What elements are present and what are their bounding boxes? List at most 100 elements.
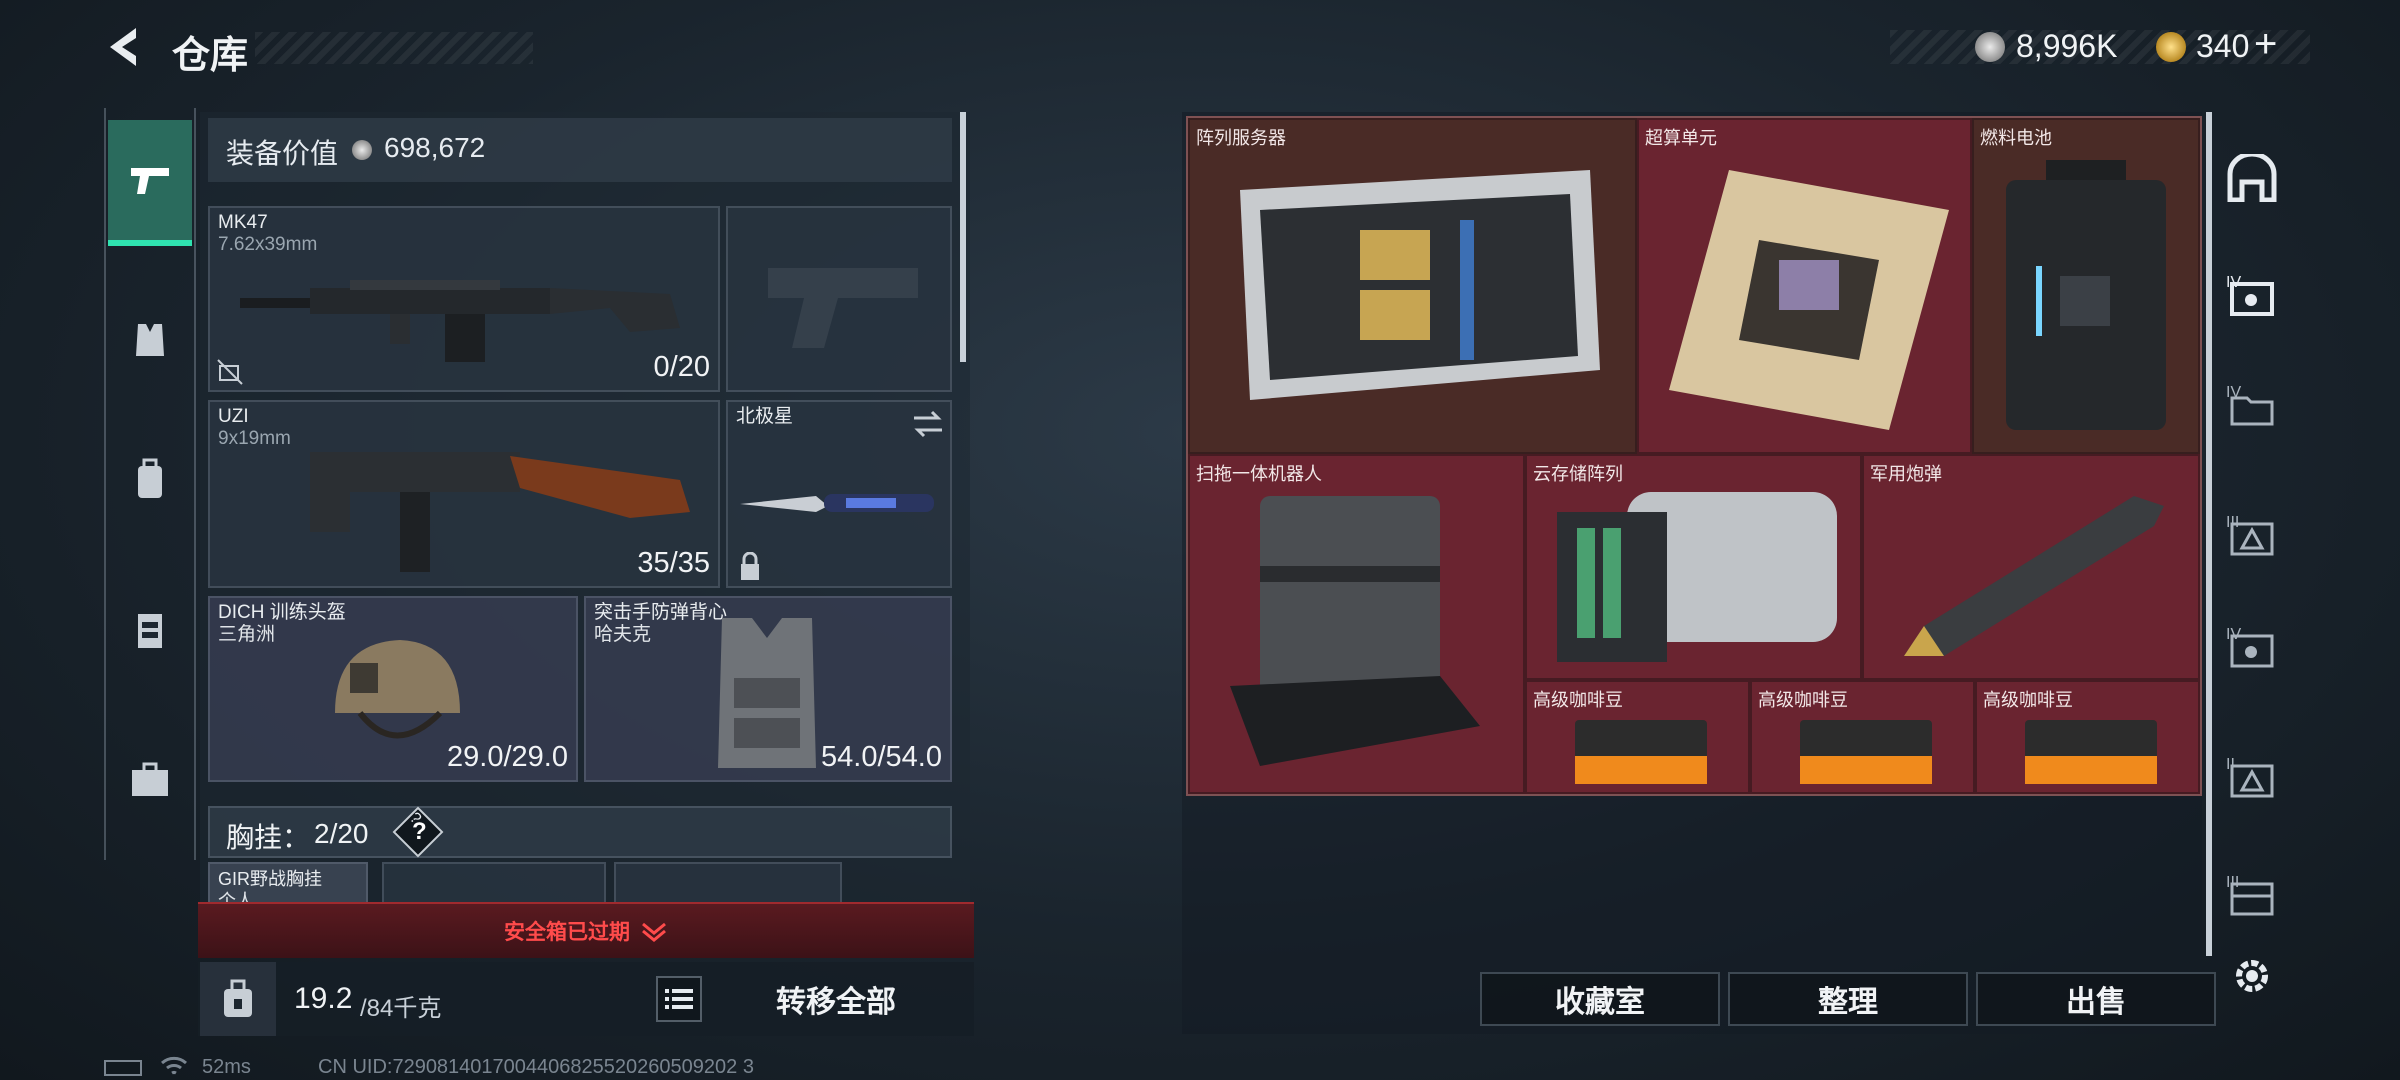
- stash-item-fuel-cell[interactable]: 燃料电池: [1972, 118, 2200, 454]
- melee-name: 北极星: [736, 406, 794, 427]
- left-nav-item-case[interactable]: [108, 720, 192, 840]
- item-name: 高级咖啡豆: [1758, 690, 1848, 710]
- ping-text: 52ms: [202, 1056, 251, 1078]
- tier-label: II: [2226, 756, 2235, 773]
- armor-durability: 54.0/54.0: [821, 741, 942, 773]
- stash-item-supercomputer-unit[interactable]: 超算单元: [1637, 118, 1972, 454]
- left-nav-item-rig[interactable]: [108, 570, 192, 690]
- weapon-caliber: 9x19mm: [218, 428, 291, 449]
- primary-weapon-slot[interactable]: MK47 7.62x39mm 0/20: [208, 206, 720, 392]
- tier-label: IV: [2226, 384, 2242, 401]
- rig-capacity-bar: 胸挂： 2/20 ? ?: [208, 806, 952, 858]
- item-name: 燃料电池: [1980, 128, 2052, 148]
- helmet-durability: 29.0/29.0: [447, 741, 568, 773]
- secondary-weapon-slot[interactable]: UZI 9x19mm 35/35: [208, 400, 720, 588]
- stash-item-coffee-beans[interactable]: 高级咖啡豆: [1750, 680, 1975, 794]
- rig-capacity: 2/20: [314, 818, 369, 849]
- right-nav-crate-2[interactable]: IV: [2212, 368, 2292, 448]
- back-button[interactable]: [100, 22, 150, 72]
- tier-label: III: [2226, 874, 2240, 891]
- melee-slot[interactable]: 北极星: [726, 400, 952, 588]
- coffee-beans-icon: [1800, 720, 1932, 784]
- weapon-name: UZI: [218, 406, 249, 427]
- no-ammo-icon: [217, 359, 243, 385]
- pistol-slot[interactable]: [726, 206, 952, 392]
- currency-amount: 8,996K: [2016, 28, 2118, 64]
- weapon-caliber: 7.62x39mm: [218, 234, 318, 255]
- home-arch-icon: [2227, 154, 2277, 202]
- item-name: 高级咖啡豆: [1533, 690, 1623, 710]
- wifi-icon: [161, 1056, 187, 1075]
- ammo-count: 35/35: [637, 547, 710, 579]
- transfer-all-button[interactable]: 转移全部: [710, 966, 962, 1032]
- triangle-crate-icon: [2230, 764, 2274, 798]
- rig-icon: [138, 614, 162, 648]
- left-nav-item-weapons[interactable]: [108, 120, 192, 246]
- armor-name: 突击手防弹背心: [594, 602, 728, 623]
- tier-label: III: [2226, 514, 2240, 531]
- fuel-cell-icon: [2006, 160, 2166, 430]
- item-name: 高级咖啡豆: [1983, 690, 2073, 710]
- sort-button[interactable]: 整理: [1728, 972, 1968, 1026]
- right-nav-crate-4[interactable]: IV: [2212, 610, 2292, 690]
- briefcase-icon: [132, 762, 168, 796]
- backpack-lock-button[interactable]: [200, 962, 276, 1036]
- premium-coin-icon: [2156, 32, 2186, 62]
- vest-icon: [718, 618, 816, 768]
- page-title: 仓库: [172, 35, 249, 77]
- collection-room-button[interactable]: 收藏室: [1480, 972, 1720, 1026]
- robot-vacuum-icon: [1230, 496, 1480, 766]
- stash-item-artillery-shell[interactable]: 军用炮弹: [1862, 454, 2200, 680]
- back-arrow-icon: [110, 28, 136, 66]
- uid-text: CN UID:7290814017004406825520260509202 3: [318, 1056, 754, 1078]
- right-nav-crate-6[interactable]: III: [2212, 858, 2292, 938]
- rig-label: 胸挂：: [226, 822, 311, 853]
- stash-item-coffee-beans[interactable]: 高级咖啡豆: [1975, 680, 2200, 794]
- server-icon: [1240, 170, 1600, 400]
- title-decoration: [255, 32, 533, 64]
- battery-icon: [104, 1060, 142, 1076]
- rig-item-name: GIR野战胸挂: [218, 869, 323, 889]
- equipment-value-bar: 装备价值 698,672: [208, 118, 952, 182]
- armor-brand: 哈夫克: [594, 624, 652, 645]
- backpack-icon: [138, 458, 162, 498]
- chevron-down-icon: [642, 922, 666, 942]
- weight-max: /84千克: [360, 995, 442, 1022]
- premium-amount: 340: [2196, 28, 2250, 64]
- equipment-value: 698,672: [384, 132, 486, 163]
- right-nav-crate-1[interactable]: IV: [2212, 258, 2292, 338]
- artillery-shell-icon: [1904, 496, 2164, 656]
- armor-slot[interactable]: 突击手防弹背心 哈夫克 54.0/54.0: [584, 596, 952, 782]
- stash-item-coffee-beans[interactable]: 高级咖啡豆: [1525, 680, 1750, 794]
- circuit-board-icon: [1669, 170, 1949, 430]
- right-nav-crate-5[interactable]: II: [2212, 740, 2292, 820]
- coin-icon: [352, 140, 372, 160]
- ammo-count: 0/20: [653, 351, 710, 383]
- list-view-button[interactable]: [656, 976, 702, 1022]
- lock-icon: [741, 552, 759, 580]
- storage-array-icon: [1557, 492, 1837, 662]
- rifle-icon: [240, 280, 680, 362]
- safe-box-status: 安全箱已过期: [504, 921, 630, 944]
- gear-icon: [2236, 960, 2268, 992]
- loadout-scrollbar[interactable]: [960, 112, 966, 362]
- stash-item-robot-vacuum[interactable]: 扫拖一体机器人: [1188, 454, 1525, 794]
- coin-icon: [1975, 32, 2005, 62]
- right-nav-home[interactable]: [2212, 138, 2292, 218]
- swap-icon[interactable]: [912, 410, 944, 438]
- left-nav-item-armor[interactable]: [108, 280, 192, 400]
- right-nav-crate-3[interactable]: III: [2212, 498, 2292, 578]
- item-name: 阵列服务器: [1196, 128, 1286, 148]
- list-icon: [665, 989, 693, 1009]
- left-nav-item-backpack[interactable]: [108, 420, 192, 540]
- stash-item-cloud-storage-array[interactable]: 云存储阵列: [1525, 454, 1862, 680]
- settings-button[interactable]: [2212, 936, 2292, 1016]
- pistol-icon: [131, 168, 169, 194]
- helmet-slot[interactable]: DICH 训练头盔 三角洲 29.0/29.0: [208, 596, 578, 782]
- item-name: 超算单元: [1645, 128, 1717, 148]
- sell-button[interactable]: 出售: [1976, 972, 2216, 1026]
- add-premium-button[interactable]: +: [2254, 22, 2277, 67]
- stash-item-server[interactable]: 阵列服务器: [1188, 118, 1637, 454]
- tier-label: IV: [2226, 626, 2242, 643]
- safe-box-banner[interactable]: 安全箱已过期: [198, 902, 974, 958]
